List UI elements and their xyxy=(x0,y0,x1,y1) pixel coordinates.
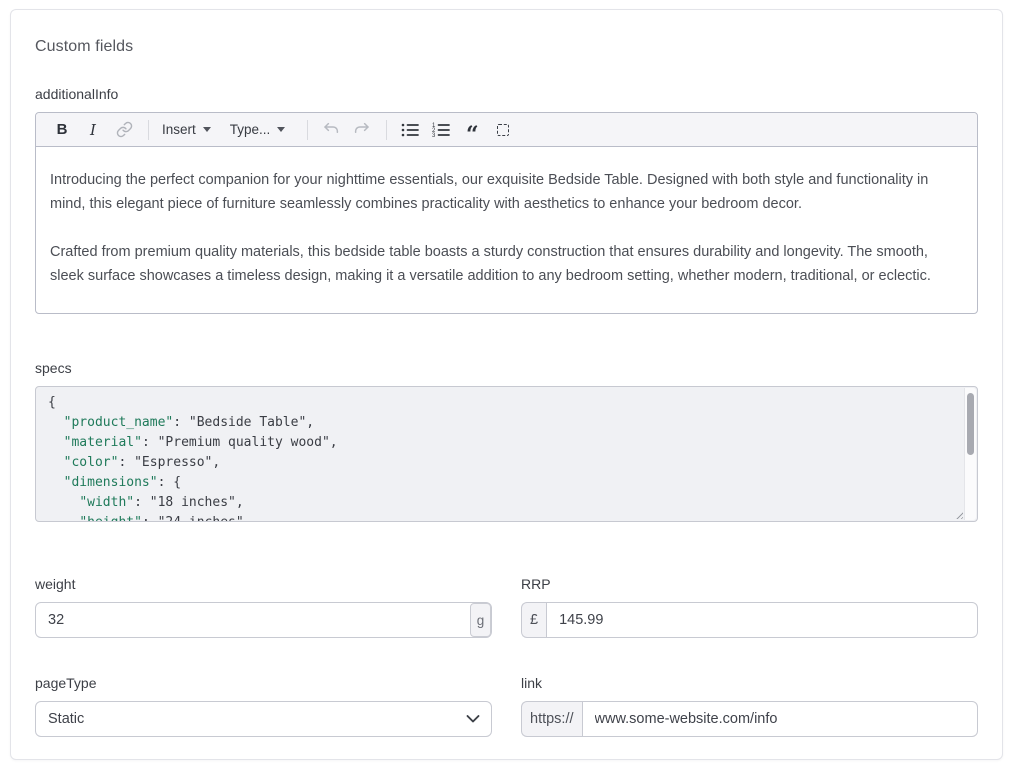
field-rrp: RRP £ xyxy=(521,576,978,638)
page-type-selected-value: Static xyxy=(48,711,84,727)
link-input[interactable] xyxy=(582,701,978,737)
link-button[interactable] xyxy=(114,117,134,143)
image-placeholder-button[interactable] xyxy=(493,117,513,143)
row-weight-rrp: weight g RRP £ xyxy=(35,576,978,638)
specs-label: specs xyxy=(35,360,978,376)
protocol-prefix: https:// xyxy=(521,701,582,737)
rrp-label: RRP xyxy=(521,576,978,592)
page-title: Custom fields xyxy=(35,38,978,56)
specs-code-editor[interactable]: { "product_name": "Bedside Table", "mate… xyxy=(35,386,978,522)
chevron-down-icon xyxy=(466,715,480,724)
undo-icon xyxy=(322,121,340,139)
field-weight: weight g xyxy=(35,576,492,638)
undo-button[interactable] xyxy=(321,117,341,143)
rrp-input[interactable] xyxy=(546,602,978,638)
row-pagetype-link: pageType Static link https:// xyxy=(35,675,978,737)
currency-prefix: £ xyxy=(521,602,546,638)
link-label: link xyxy=(521,675,978,691)
specs-scrollbar-thumb[interactable] xyxy=(967,393,974,455)
toolbar-divider xyxy=(307,120,308,140)
rte-content[interactable]: Introducing the perfect companion for yo… xyxy=(36,147,977,313)
ordered-list-icon: 1 2 3 xyxy=(432,122,450,138)
field-additional-info: additionalInfo B I Insert xyxy=(35,86,978,314)
bold-button[interactable]: B xyxy=(52,117,72,143)
blockquote-button[interactable]: “ xyxy=(462,117,482,143)
svg-text:3: 3 xyxy=(432,133,436,138)
bullet-list-button[interactable] xyxy=(400,117,420,143)
weight-unit-suffix: g xyxy=(470,603,491,637)
chevron-down-icon xyxy=(277,127,285,132)
weight-label: weight xyxy=(35,576,492,592)
link-icon xyxy=(116,121,133,138)
ordered-list-button[interactable]: 1 2 3 xyxy=(431,117,451,143)
redo-icon xyxy=(353,121,371,139)
bullet-list-icon xyxy=(401,122,419,138)
insert-dropdown[interactable]: Insert xyxy=(162,122,211,137)
chevron-down-icon xyxy=(203,127,211,132)
rte-paragraph: Introducing the perfect companion for yo… xyxy=(50,168,963,216)
weight-input[interactable] xyxy=(35,602,492,638)
field-link: link https:// xyxy=(521,675,978,737)
image-placeholder-icon xyxy=(497,124,509,136)
type-dropdown[interactable]: Type... xyxy=(230,122,286,137)
page-type-label: pageType xyxy=(35,675,492,691)
italic-button[interactable]: I xyxy=(83,117,103,143)
page-type-select[interactable]: Static xyxy=(35,701,492,737)
redo-button[interactable] xyxy=(352,117,372,143)
field-specs: specs { "product_name": "Bedside Table",… xyxy=(35,360,978,522)
toolbar-divider xyxy=(148,120,149,140)
specs-scrollbar[interactable] xyxy=(964,388,976,520)
additional-info-label: additionalInfo xyxy=(35,86,978,102)
rich-text-editor: B I Insert Type... xyxy=(35,112,978,314)
blockquote-icon: “ xyxy=(466,130,479,140)
field-page-type: pageType Static xyxy=(35,675,492,737)
custom-fields-card: Custom fields additionalInfo B I Inse xyxy=(10,9,1003,760)
toolbar-divider xyxy=(386,120,387,140)
specs-code: { "product_name": "Bedside Table", "mate… xyxy=(36,387,977,522)
rte-toolbar: B I Insert Type... xyxy=(36,113,977,147)
rte-paragraph: Crafted from premium quality materials, … xyxy=(50,240,963,288)
